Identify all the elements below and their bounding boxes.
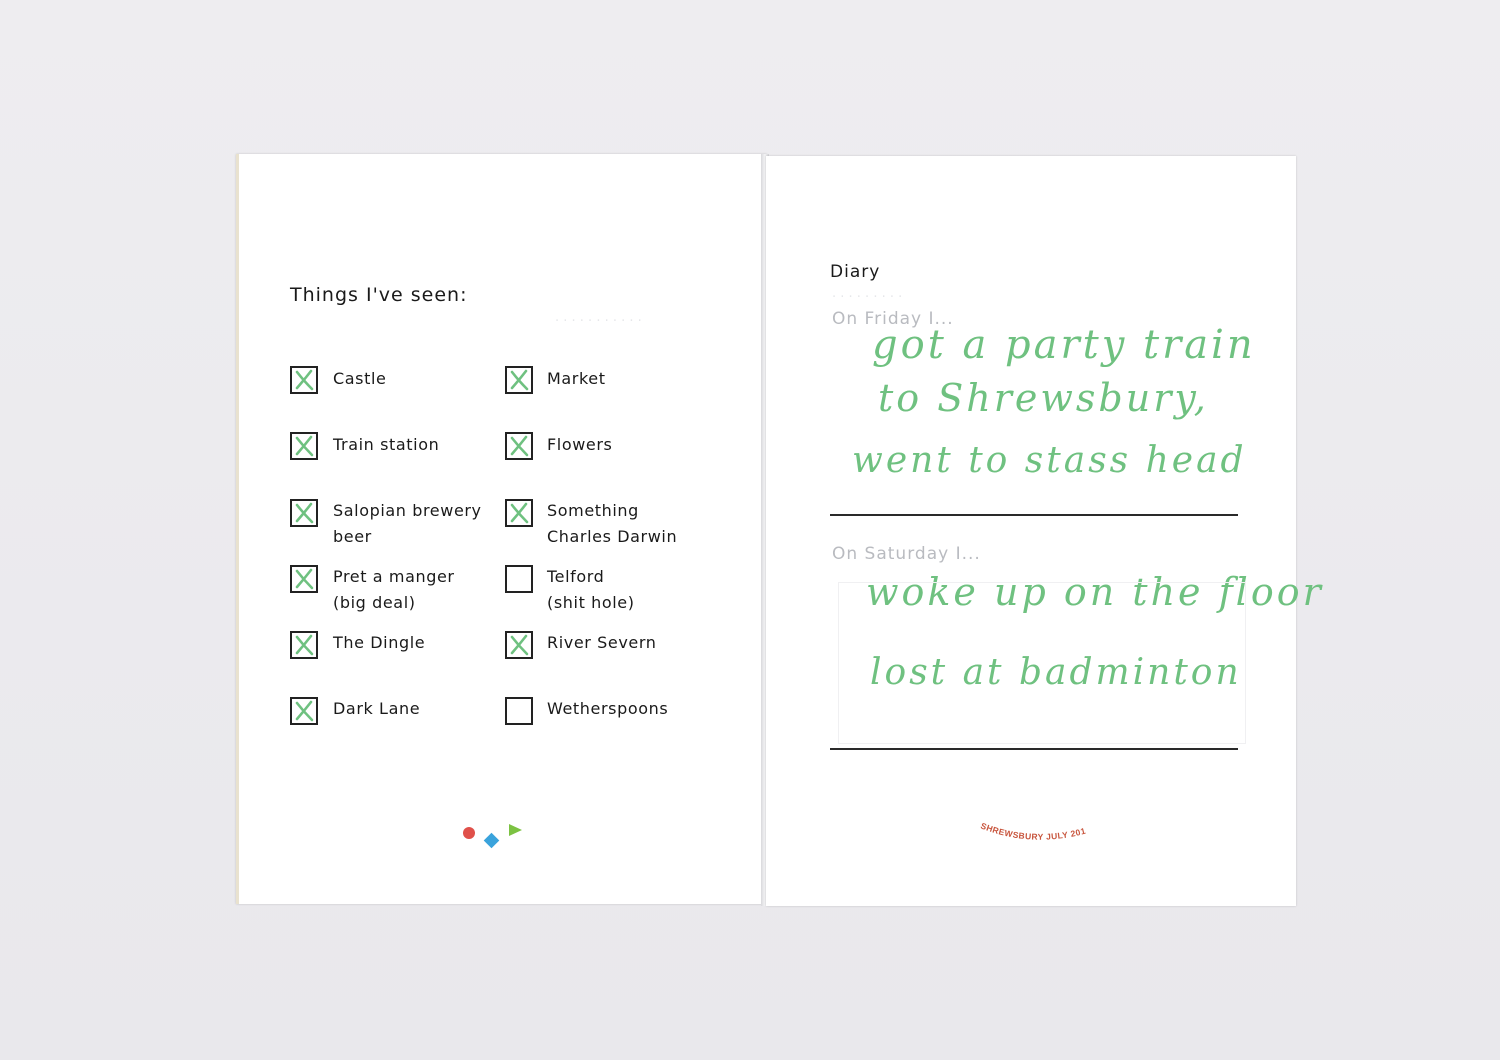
friday-handwriting-line-3: went to stass head [852,440,1247,481]
green-cross-mark-icon [295,435,314,457]
checklist-item: Dark Lane [333,699,421,718]
red-circle-icon [463,827,475,839]
checklist-item: The Dingle [333,633,426,652]
checklist-item: Market [547,369,606,388]
green-cross-mark-icon [510,502,529,524]
things-seen-heading: Things I've seen: [290,284,468,306]
checklist-item: Something Charles Darwin [547,501,678,546]
checkbox-charles-darwin[interactable] [505,499,533,527]
green-cross-mark-icon [295,369,314,391]
checklist-item: Wetherspoons [547,699,669,718]
checkbox-pret[interactable] [290,565,318,593]
green-cross-mark-icon [295,568,314,590]
show-through-box [838,582,1246,744]
friday-handwriting-line-1: got a party train [872,322,1256,368]
green-cross-mark-icon [510,634,529,656]
logo-shapes [463,824,522,849]
checkbox-salopian-brewery[interactable] [290,499,318,527]
checklist-item: Telford (shit hole) [547,567,635,612]
friday-handwriting-line-2: to Shrewsbury, [878,376,1209,420]
checklist-item: Pret a manger (big deal) [333,567,455,612]
checklist-item: Train station [333,435,440,454]
checklist-item: Salopian brewery beer [333,501,482,546]
checkbox-wetherspoons[interactable] [505,697,533,725]
green-cross-mark-icon [510,435,529,457]
checkbox-castle[interactable] [290,366,318,394]
checkbox-river-severn[interactable] [505,631,533,659]
saturday-prompt: On Saturday I... [832,544,981,564]
checkbox-telford[interactable] [505,565,533,593]
checklist-item: Castle [333,369,387,388]
checklist-item: River Severn [547,633,657,652]
checkbox-train-station[interactable] [290,432,318,460]
shrewsbury-stamp: SHREWSBURY JULY 2018 [972,812,1087,842]
green-cross-mark-icon [295,634,314,656]
green-cross-mark-icon [295,502,314,524]
stamp-text-path: SHREWSBURY JULY 2018 [972,812,1086,842]
stamp-text: SHREWSBURY JULY 2018 [972,812,1087,842]
checkbox-flowers[interactable] [505,432,533,460]
checkbox-dark-lane[interactable] [290,697,318,725]
green-triangle-icon [509,824,522,836]
entry-divider-line [830,514,1238,516]
checkbox-the-dingle[interactable] [290,631,318,659]
show-through-text: · · · · · · · · · · · [555,314,642,329]
blue-diamond-icon [483,832,500,849]
left-page [236,154,767,904]
show-through-text: · · · · · · · · · [832,290,903,305]
diary-title: Diary [830,262,881,282]
green-cross-mark-icon [295,700,314,722]
green-cross-mark-icon [510,369,529,391]
entry-divider-line [830,748,1238,750]
checklist-item: Flowers [547,435,613,454]
checkbox-market[interactable] [505,366,533,394]
